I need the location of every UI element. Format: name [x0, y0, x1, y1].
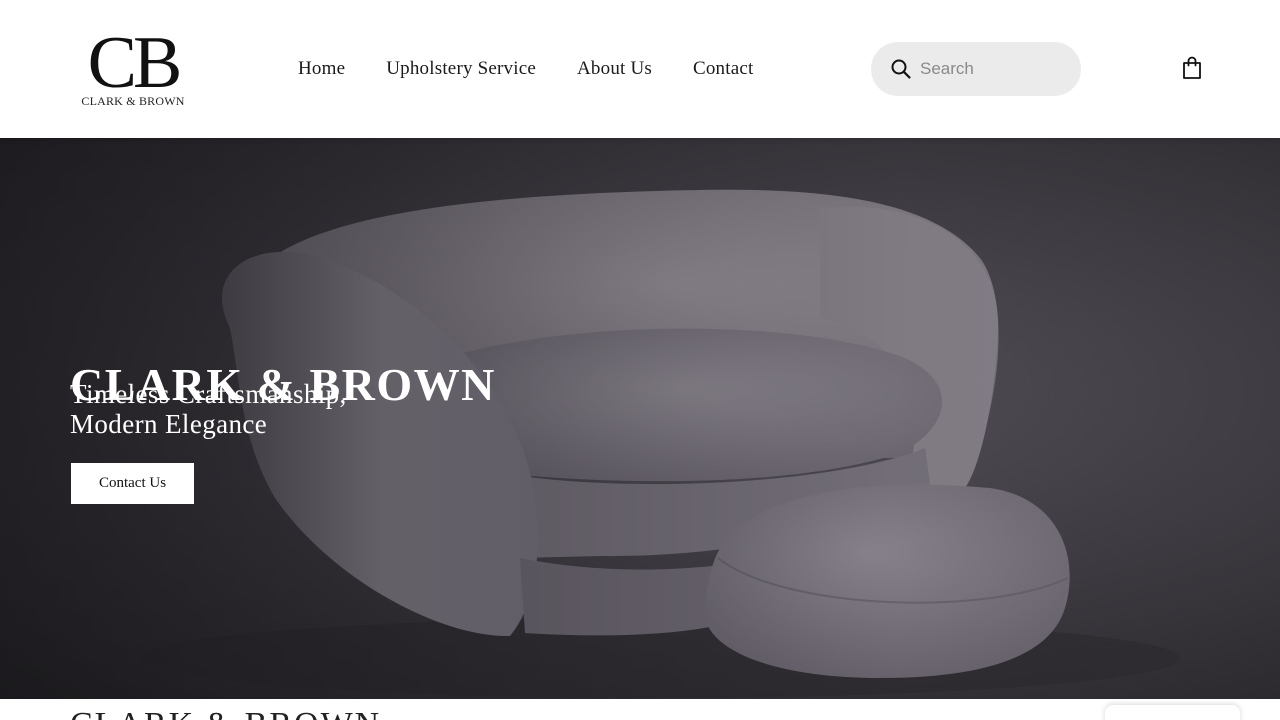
- logo-wordmark: CLARK & BROWN: [81, 94, 185, 108]
- nav-item-contact[interactable]: Contact: [693, 56, 754, 82]
- site-logo[interactable]: CB CLARK & BROWN: [78, 26, 188, 110]
- hero-banner: CLARK & BROWN Timeless Craftsmanship, Mo…: [0, 138, 1280, 699]
- search-input[interactable]: [920, 56, 1070, 82]
- search-icon[interactable]: [890, 58, 912, 80]
- logo-monogram: CB: [87, 22, 183, 104]
- hero-tagline-line-1: Timeless Craftsmanship,: [70, 379, 347, 409]
- shopping-bag-icon[interactable]: [1180, 56, 1204, 80]
- page: CB CLARK & BROWN Home Upholstery Service…: [0, 0, 1280, 720]
- search-box: [871, 42, 1081, 96]
- contact-us-button[interactable]: Contact Us: [71, 463, 194, 504]
- chat-widget[interactable]: [1105, 705, 1240, 720]
- nav-item-about-us[interactable]: About Us: [577, 56, 652, 82]
- section-title: CLARK & BROWN: [70, 706, 670, 720]
- main-nav: Home Upholstery Service About Us Contact: [298, 56, 794, 82]
- site-header: CB CLARK & BROWN Home Upholstery Service…: [0, 0, 1280, 138]
- nav-item-upholstery-service[interactable]: Upholstery Service: [386, 56, 536, 82]
- hero-tagline-line-2: Modern Elegance: [70, 409, 268, 439]
- nav-item-home[interactable]: Home: [298, 56, 345, 82]
- hero-tagline: Timeless Craftsmanship, Modern Elegance: [70, 379, 490, 439]
